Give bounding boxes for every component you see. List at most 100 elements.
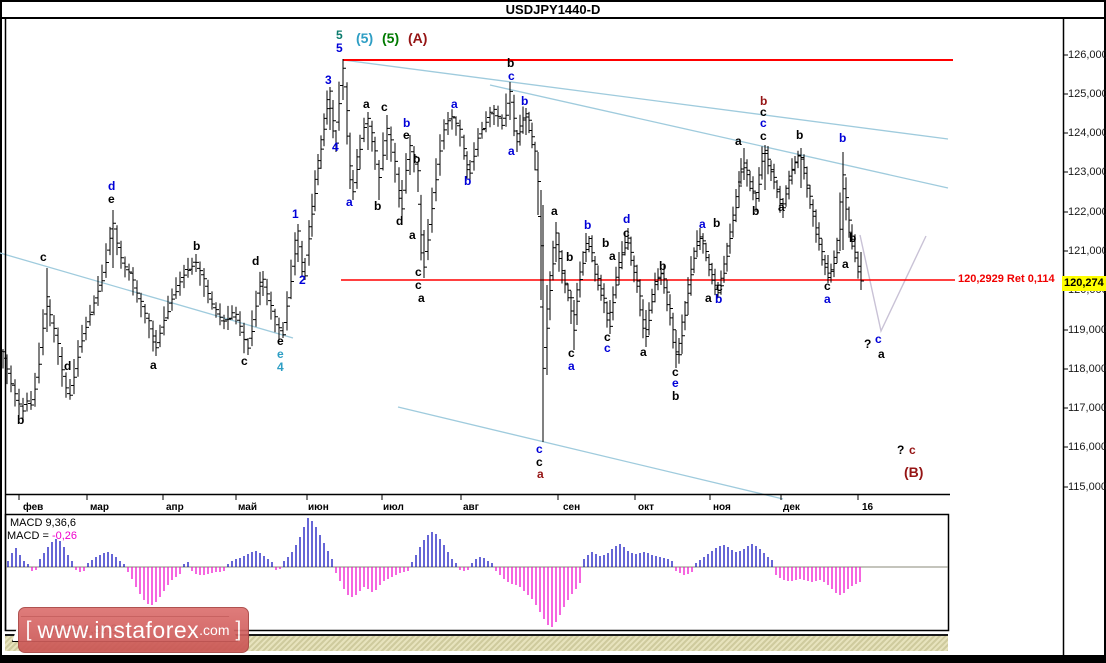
wave-label-c: c [604, 341, 611, 355]
wave-label-e: e [277, 347, 284, 361]
wave-label-c: c [508, 69, 515, 83]
wave-label-b: b [602, 236, 610, 250]
wave-label-d: d [108, 179, 116, 193]
wave-label-a: a [609, 249, 616, 263]
wave-label-b: b [521, 94, 529, 108]
price-axis-label: 121,000 [1068, 245, 1106, 257]
wave-label-b: b [839, 131, 847, 145]
wave-label-b: b [507, 56, 515, 70]
wave-label-a: a [705, 291, 712, 305]
month-label: мар [90, 502, 109, 513]
wave-label-d: d [396, 214, 404, 228]
wave-label-b: b [17, 413, 25, 427]
wave-label-a: a [346, 195, 353, 209]
price-axis-label: 123,000 [1068, 166, 1106, 178]
chart-svg [0, 17, 1068, 656]
price-axis-label: 126,000 [1068, 49, 1106, 61]
wave-label-a: a [451, 97, 458, 111]
price-axis-label: 116,000 [1068, 441, 1106, 453]
wave-label-d: d [64, 359, 72, 373]
price-axis-label: 117,000 [1068, 402, 1106, 414]
logo-domain: www.instaforex [37, 616, 200, 643]
wave-label-b: b [374, 199, 382, 213]
instaforex-watermark[interactable]: [ www.instaforex .com ] [18, 607, 249, 653]
wave-label-4: 4 [332, 140, 339, 154]
wave-label-a: a [150, 358, 157, 372]
price-axis-label: 122,000 [1068, 206, 1106, 218]
price-axis-label: 124,000 [1068, 127, 1106, 139]
wave-label-a: a [735, 134, 742, 148]
wave-label-d: d [623, 212, 631, 226]
month-label: окт [638, 502, 655, 513]
chart-window: USDJPY1440-D 126,000 125,000 124,000 123,00… [0, 0, 1106, 663]
wave-label-a: a [778, 200, 785, 214]
wave-label-1: 1 [292, 207, 299, 221]
window-bottom-frame [0, 655, 1106, 663]
macd-value-line: MACD = -0,26 [7, 530, 77, 542]
wave-label-a: a [418, 291, 425, 305]
fib-level-label: 120,2929 Ret 0,114 [958, 273, 1055, 285]
month-label: май [238, 502, 257, 513]
month-label: июл [383, 502, 404, 513]
wave-label-x: ? [864, 337, 872, 351]
wave-label-c: c [40, 250, 47, 264]
wave-label-c: c [909, 443, 916, 457]
current-price-badge: 120,274 [1062, 276, 1106, 291]
wave-label-xAx: (A) [408, 30, 428, 46]
month-label: фев [23, 502, 44, 513]
wave-label-c: c [568, 346, 575, 360]
logo-bracket-left: [ [25, 618, 32, 641]
wave-label-c: c [241, 354, 248, 368]
wave-label-a: a [537, 467, 544, 481]
wave-label-b: b [715, 292, 723, 306]
wave-label-c: c [415, 265, 422, 279]
month-label: ноя [713, 502, 731, 513]
wave-label-a: a [551, 204, 558, 218]
wave-label-a: a [568, 359, 575, 373]
wave-label-b: b [849, 231, 857, 245]
wave-label-b: b [659, 259, 667, 273]
macd-value-prefix: MACD = [7, 530, 52, 542]
wave-label-a: a [640, 345, 647, 359]
wave-label-4: 4 [277, 360, 284, 374]
wave-label-5: 5 [336, 41, 343, 55]
wave-label-b: b [672, 389, 680, 403]
month-label: сен [563, 502, 581, 513]
wave-label-b: b [584, 218, 592, 232]
price-axis-label: 115,000 [1068, 481, 1106, 493]
wave-label-a: a [363, 97, 370, 111]
wave-label-d: d [252, 254, 260, 268]
month-label: дек [783, 502, 800, 513]
wave-label-a: a [878, 347, 885, 361]
wave-label-b: b [796, 128, 804, 142]
wave-label-e: e [403, 128, 410, 142]
wave-label-5: 5 [336, 28, 343, 42]
wave-label-c: c [760, 116, 767, 130]
wave-label-c: c [381, 100, 388, 114]
price-chart-canvas [0, 0, 1106, 663]
wave-label-c: c [536, 442, 543, 456]
wave-label-xBx: (B) [904, 464, 924, 480]
wave-label-x: ? [897, 443, 905, 457]
wave-label-c: c [824, 279, 831, 293]
wave-label-x5x: (5) [356, 30, 374, 46]
wave-label-a: a [699, 217, 706, 231]
price-axis-label: 119,000 [1068, 324, 1106, 336]
month-label: июн [308, 502, 329, 513]
month-label: авг [463, 502, 479, 513]
month-label: 16 [862, 502, 874, 513]
wave-label-e: e [277, 334, 284, 348]
wave-label-x5x: (5) [382, 30, 400, 46]
wave-label-c: c [415, 278, 422, 292]
wave-label-b: b [752, 204, 760, 218]
wave-label-c: c [760, 129, 767, 143]
price-axis-label: 118,000 [1068, 363, 1106, 375]
wave-label-a: a [508, 144, 515, 158]
wave-label-b: b [566, 250, 574, 264]
wave-label-b: b [413, 152, 421, 166]
wave-label-b: b [713, 216, 721, 230]
wave-label-a: a [842, 257, 849, 271]
wave-label-e: e [672, 376, 679, 390]
wave-label-a: a [409, 228, 416, 242]
month-label: апр [166, 502, 184, 513]
